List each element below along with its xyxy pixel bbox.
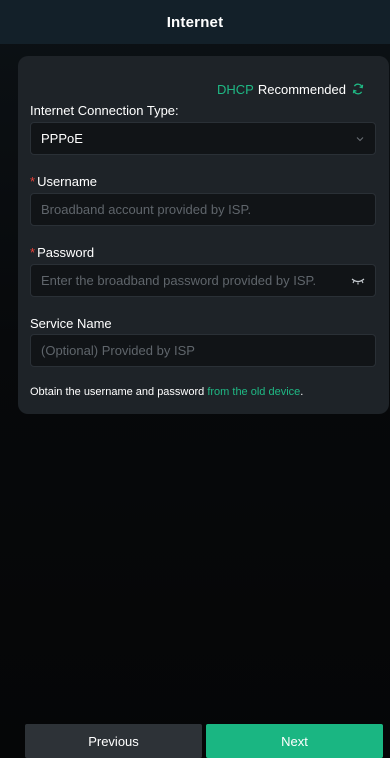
credentials-note-end: .: [300, 386, 304, 398]
credentials-note: Obtain the username and password from th…: [30, 386, 303, 398]
password-input[interactable]: [41, 273, 343, 288]
internet-setup-page: Internet DHCP Recommended Internet Conne…: [0, 0, 390, 758]
service-name-field[interactable]: [30, 334, 376, 367]
username-label-text: Username: [37, 174, 98, 189]
username-input[interactable]: [41, 202, 365, 217]
service-name-label: Service Name: [30, 316, 112, 331]
connection-type-label: Internet Connection Type:: [30, 103, 179, 118]
dhcp-recommendation[interactable]: DHCP Recommended: [217, 80, 364, 98]
dhcp-recommended-label: Recommended: [257, 81, 346, 97]
connection-type-value: PPPoE: [41, 131, 83, 146]
page-title: Internet: [166, 13, 224, 31]
refresh-icon[interactable]: [352, 83, 364, 95]
username-label: * Username: [30, 174, 97, 190]
previous-button[interactable]: Previous: [25, 724, 202, 758]
old-device-link[interactable]: from the old device: [207, 386, 300, 398]
next-button[interactable]: Next: [206, 724, 383, 758]
internet-settings-card: DHCP Recommended Internet Connection Typ…: [18, 56, 389, 414]
eye-closed-icon[interactable]: [351, 276, 365, 286]
username-field[interactable]: [30, 193, 376, 226]
credentials-note-text: Obtain the username and password: [30, 386, 208, 398]
password-field[interactable]: [30, 264, 376, 297]
required-mark: *: [30, 174, 36, 189]
chevron-down-icon: [356, 136, 364, 141]
password-label: * Password: [30, 245, 94, 261]
dhcp-link[interactable]: DHCP: [217, 82, 254, 97]
connection-type-select[interactable]: PPPoE: [30, 122, 376, 155]
password-label-text: Password: [37, 245, 95, 260]
page-header: Internet: [0, 0, 390, 44]
service-name-input[interactable]: [41, 343, 365, 358]
required-mark: *: [30, 245, 36, 260]
